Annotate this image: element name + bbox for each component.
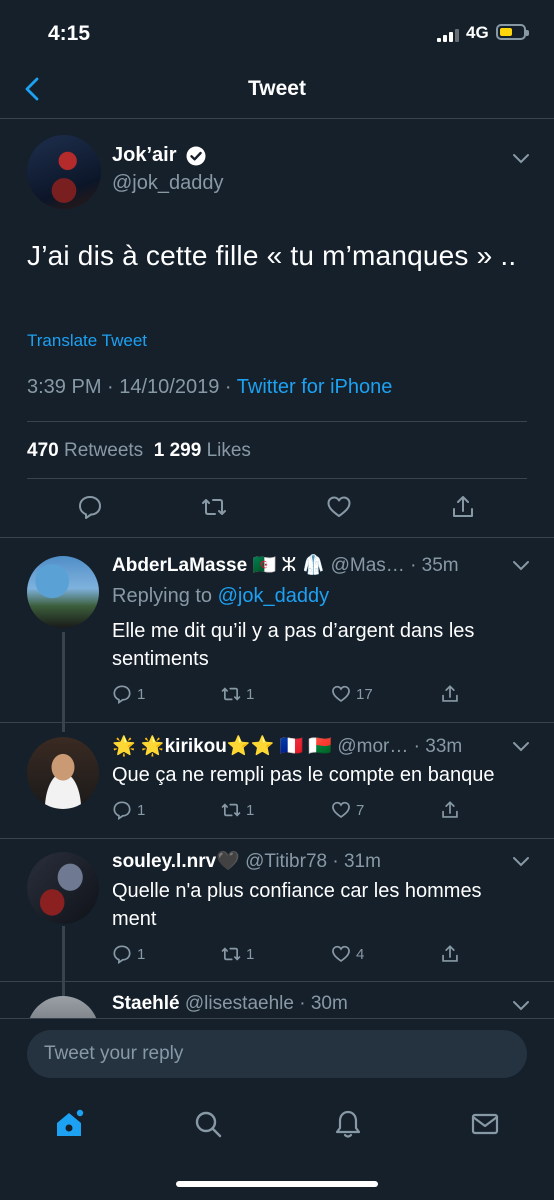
reply-author-emojis: ⭐⭐ 🇫🇷 🇲🇬 [226, 736, 333, 757]
page-title: Tweet [248, 77, 306, 100]
divider [27, 421, 527, 422]
retweet-count: 1 [246, 946, 255, 963]
tweet-source-link[interactable]: Twitter for iPhone [237, 376, 393, 398]
divider [0, 537, 554, 538]
thread-line [62, 926, 65, 996]
translate-tweet-link[interactable]: Translate Tweet [27, 331, 147, 351]
search-icon[interactable] [192, 1108, 224, 1140]
reply-author-emojis: 🌟 🌟 [112, 736, 165, 757]
reply-author-emojis: 🇩🇿 ⵣ 🥼 [252, 555, 326, 576]
like-count: 17 [356, 686, 373, 703]
replying-to-label: Replying to [112, 585, 218, 607]
reply-header: Staehlé @lisestaehle · 30m [112, 993, 348, 1015]
status-bar: 4:15 4G [0, 0, 554, 64]
reply-icon[interactable] [112, 944, 132, 964]
reply-header: 🌟 🌟kirikou⭐⭐ 🇫🇷 🇲🇬 @mor… · 33m [112, 734, 462, 758]
reply-count: 1 [137, 946, 146, 963]
home-icon[interactable] [53, 1108, 85, 1140]
messages-icon[interactable] [469, 1108, 501, 1140]
retweets-count[interactable]: 470 [27, 440, 59, 461]
retweet-count: 1 [246, 802, 255, 819]
chevron-down-icon[interactable] [512, 560, 530, 572]
status-time: 4:15 [48, 22, 91, 45]
reply-time: · 33m [413, 736, 463, 757]
share-icon[interactable] [440, 684, 460, 704]
reply-author-name[interactable]: Staehlé [112, 993, 180, 1014]
signal-icon [437, 28, 459, 42]
reply-input[interactable]: Tweet your reply [27, 1030, 527, 1078]
reply-author-handle[interactable]: @mor… [337, 736, 408, 757]
retweet-icon[interactable] [221, 800, 241, 820]
reply-author-handle[interactable]: @Mas… [331, 555, 405, 576]
chevron-down-icon[interactable] [512, 741, 530, 753]
share-icon[interactable] [440, 944, 460, 964]
chevron-down-icon[interactable] [512, 856, 530, 868]
replying-to-handle[interactable]: @jok_daddy [218, 585, 329, 607]
chevron-down-icon[interactable] [512, 1000, 530, 1012]
replying-to: Replying to @jok_daddy [112, 582, 522, 610]
author-handle[interactable]: @jok_daddy [112, 172, 223, 195]
reply-icon[interactable] [112, 684, 132, 704]
reply-author-name[interactable]: kirikou [165, 736, 227, 757]
reply-count: 1 [137, 802, 146, 819]
like-count: 7 [356, 802, 365, 819]
reply-author-handle[interactable]: @lisestaehle [185, 993, 294, 1014]
reply-time: · 35m [410, 555, 459, 576]
navigation-bar: Tweet [0, 64, 554, 119]
tweet-text: J’ai dis à cette fille « tu m’manques » … [27, 240, 517, 271]
author-avatar[interactable] [27, 135, 101, 209]
tweet-timestamp: 3:39 PM · 14/10/2019 · [27, 376, 237, 398]
reply-icon[interactable] [112, 800, 132, 820]
like-icon[interactable] [331, 684, 351, 704]
tweet-stats: 470 Retweets 1 299 Likes [27, 440, 251, 462]
like-icon[interactable] [331, 800, 351, 820]
retweet-icon[interactable] [201, 494, 227, 520]
network-label: 4G [466, 23, 489, 42]
battery-icon [496, 24, 529, 40]
divider [0, 981, 554, 982]
likes-count[interactable]: 1 299 [154, 440, 202, 461]
reply-avatar[interactable] [27, 556, 99, 628]
reply-avatar[interactable] [27, 737, 99, 809]
notifications-icon[interactable] [332, 1108, 364, 1140]
reply-header: souley.l.nrv🖤 @Titibr78 · 31m [112, 849, 381, 873]
reply-time: · 31m [332, 851, 381, 872]
reply-header: AbderLaMasse 🇩🇿 ⵣ 🥼 @Mas… · 35m [112, 553, 459, 577]
author-name[interactable]: Jok’air [112, 144, 176, 167]
like-count: 4 [356, 946, 365, 963]
reply-author-emojis: 🖤 [216, 851, 240, 872]
retweet-count: 1 [246, 686, 255, 703]
like-icon[interactable] [331, 944, 351, 964]
likes-label[interactable]: Likes [207, 440, 251, 461]
tweet-meta: 3:39 PM · 14/10/2019 · Twitter for iPhon… [27, 376, 392, 399]
share-icon[interactable] [450, 494, 476, 520]
reply-input-placeholder: Tweet your reply [44, 1043, 184, 1064]
reply-author-name[interactable]: AbderLaMasse [112, 555, 247, 576]
divider [0, 838, 554, 839]
divider [0, 722, 554, 723]
reply-text: Que ça ne rempli pas le compte en banque [112, 764, 495, 786]
thread-line [62, 632, 65, 732]
share-icon[interactable] [440, 800, 460, 820]
divider [27, 478, 527, 479]
reply-avatar[interactable] [27, 852, 99, 924]
reply-icon[interactable] [77, 494, 103, 520]
reply-author-handle[interactable]: @Titibr78 [245, 851, 327, 872]
retweet-icon[interactable] [221, 684, 241, 704]
reply-author-name[interactable]: souley.l.nrv [112, 851, 216, 872]
retweets-label[interactable]: Retweets [64, 440, 143, 461]
retweet-icon[interactable] [221, 944, 241, 964]
reply-text: Quelle n'a plus confiance car les hommes… [112, 880, 482, 930]
chevron-down-icon[interactable] [512, 153, 530, 165]
reply-text: Elle me dit qu’il y a pas d’argent dans … [112, 620, 475, 670]
like-icon[interactable] [326, 494, 352, 520]
reply-time: · 30m [299, 993, 348, 1014]
verified-badge-icon [186, 146, 206, 166]
home-indicator[interactable] [176, 1181, 378, 1187]
reply-count: 1 [137, 686, 146, 703]
